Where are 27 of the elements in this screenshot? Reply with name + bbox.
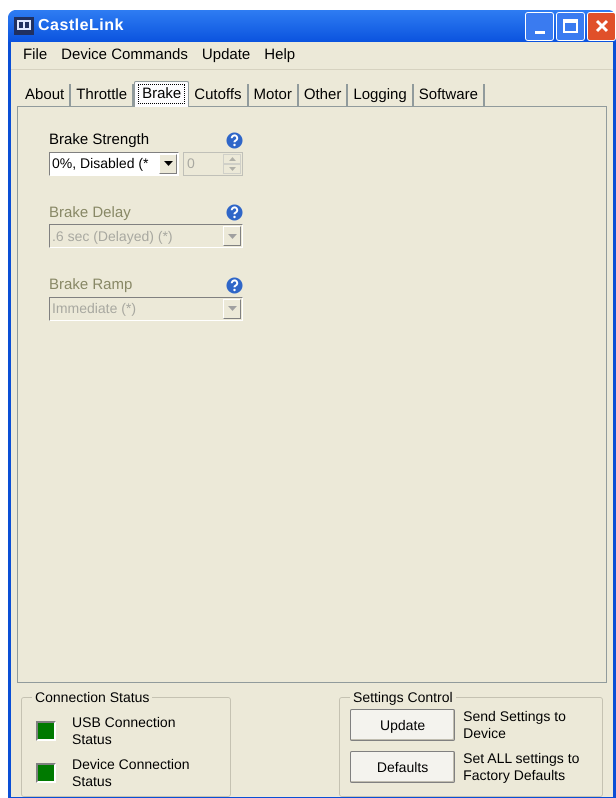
help-icon[interactable] [226,132,243,149]
caret-icon [164,161,172,166]
minimize-button[interactable] [525,12,554,40]
tab[interactable]: Brake [134,81,190,107]
close-button[interactable] [587,12,616,40]
window-title: CastleLink [38,16,124,36]
menu-item[interactable]: Update [196,44,256,67]
menu-item[interactable]: File [17,44,54,67]
status-label: USB Connection Status [72,714,177,748]
close-icon [594,18,610,34]
help-icon[interactable] [226,276,243,294]
help-icon[interactable] [226,204,243,222]
action-button[interactable]: Update [350,709,456,741]
button-description: Set ALL settings to Factory Defaults [463,750,580,784]
maximize-button[interactable] [556,12,585,40]
menu-item[interactable]: Device Commands [55,44,194,67]
app-icon [14,17,34,35]
setting-label: Brake Strength [49,130,150,150]
caret-icon [228,306,236,311]
action-button[interactable]: Defaults [350,751,456,783]
status-label: Device Connection Status [72,756,191,790]
caret-icon [228,234,236,238]
menu-item[interactable]: Help [258,44,302,67]
setting-label: Brake Ramp [49,275,132,295]
button-description: Send Settings to Device [463,708,567,742]
dropdown[interactable]: 0%, Disabled (* [49,152,179,176]
setting-label: Brake Delay [49,202,131,222]
